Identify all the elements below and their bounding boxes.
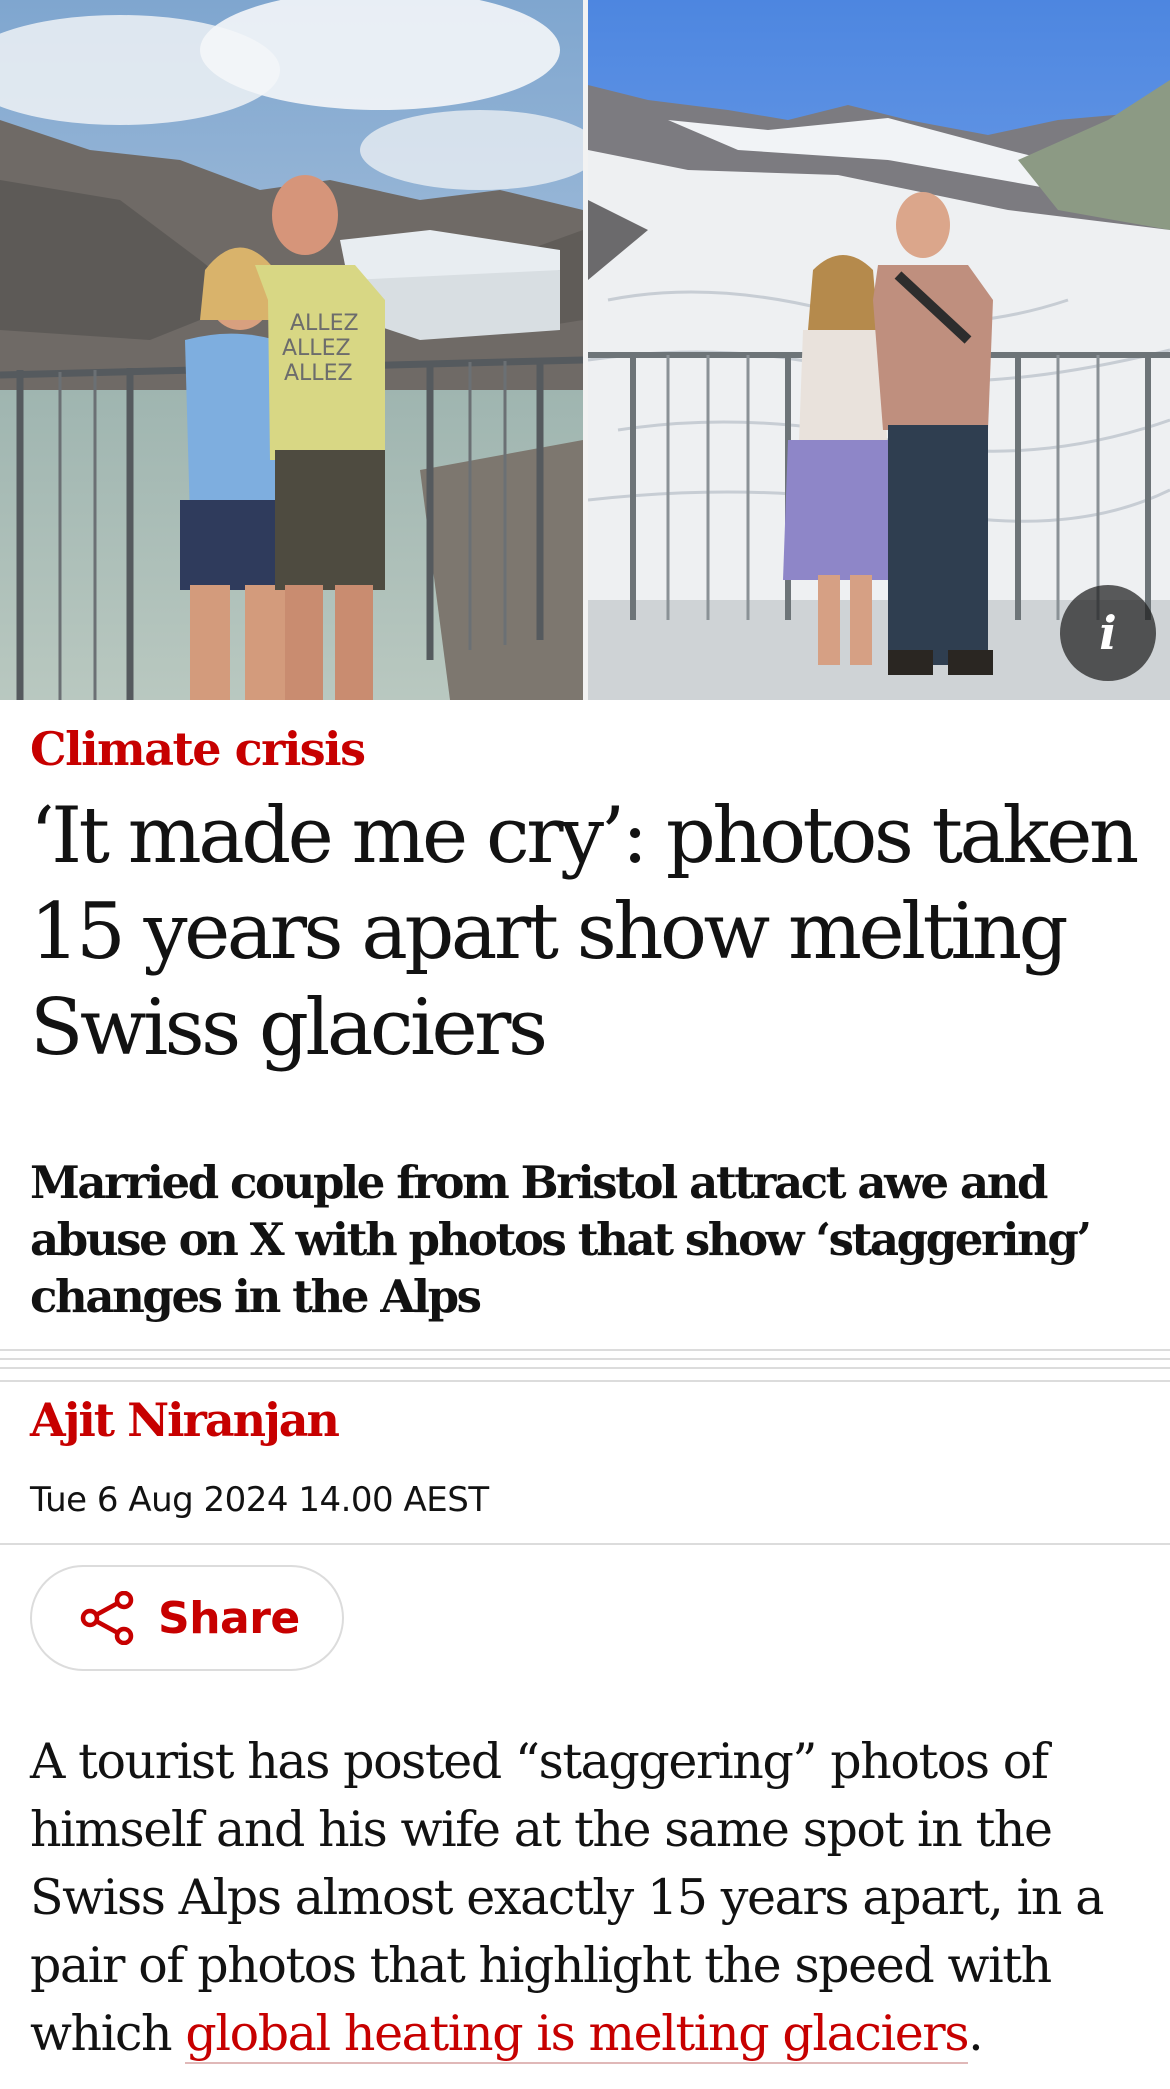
- shirt-text: ALLEZ: [282, 336, 351, 361]
- body-text-end: .: [968, 2005, 984, 2062]
- share-icon: [80, 1591, 134, 1645]
- photo-recent-illustration: ALLEZ ALLEZ ALLEZ: [0, 0, 583, 700]
- article-body-paragraph: A tourist has posted “staggering” photos…: [30, 1728, 1145, 2068]
- author-byline[interactable]: Ajit Niranjan: [30, 1393, 340, 1447]
- share-label: Share: [158, 1592, 300, 1644]
- shirt-text: ALLEZ: [290, 311, 359, 336]
- headline: ‘It made me cry’: photos taken 15 years …: [30, 791, 1139, 1073]
- divider-rule: [0, 1367, 1170, 1369]
- publish-date: Tue 6 Aug 2024 14.00 AEST: [30, 1480, 489, 1520]
- standfirst: Married couple from Bristol attract awe …: [30, 1156, 1092, 1323]
- divider-rule: [0, 1380, 1170, 1382]
- body-inline-link[interactable]: global heating is melting glaciers: [185, 2005, 969, 2064]
- shirt-text: ALLEZ: [284, 361, 353, 386]
- divider-rule: [0, 1349, 1170, 1351]
- hero-image: ALLEZ ALLEZ ALLEZ i: [0, 0, 1170, 700]
- photo-recent: ALLEZ ALLEZ ALLEZ: [0, 0, 583, 700]
- section-kicker[interactable]: Climate crisis: [30, 722, 366, 776]
- image-info-button[interactable]: i: [1060, 585, 1156, 681]
- divider-rule: [0, 1543, 1170, 1545]
- info-icon: i: [1099, 606, 1117, 660]
- share-button[interactable]: Share: [30, 1565, 344, 1671]
- divider-rule: [0, 1358, 1170, 1360]
